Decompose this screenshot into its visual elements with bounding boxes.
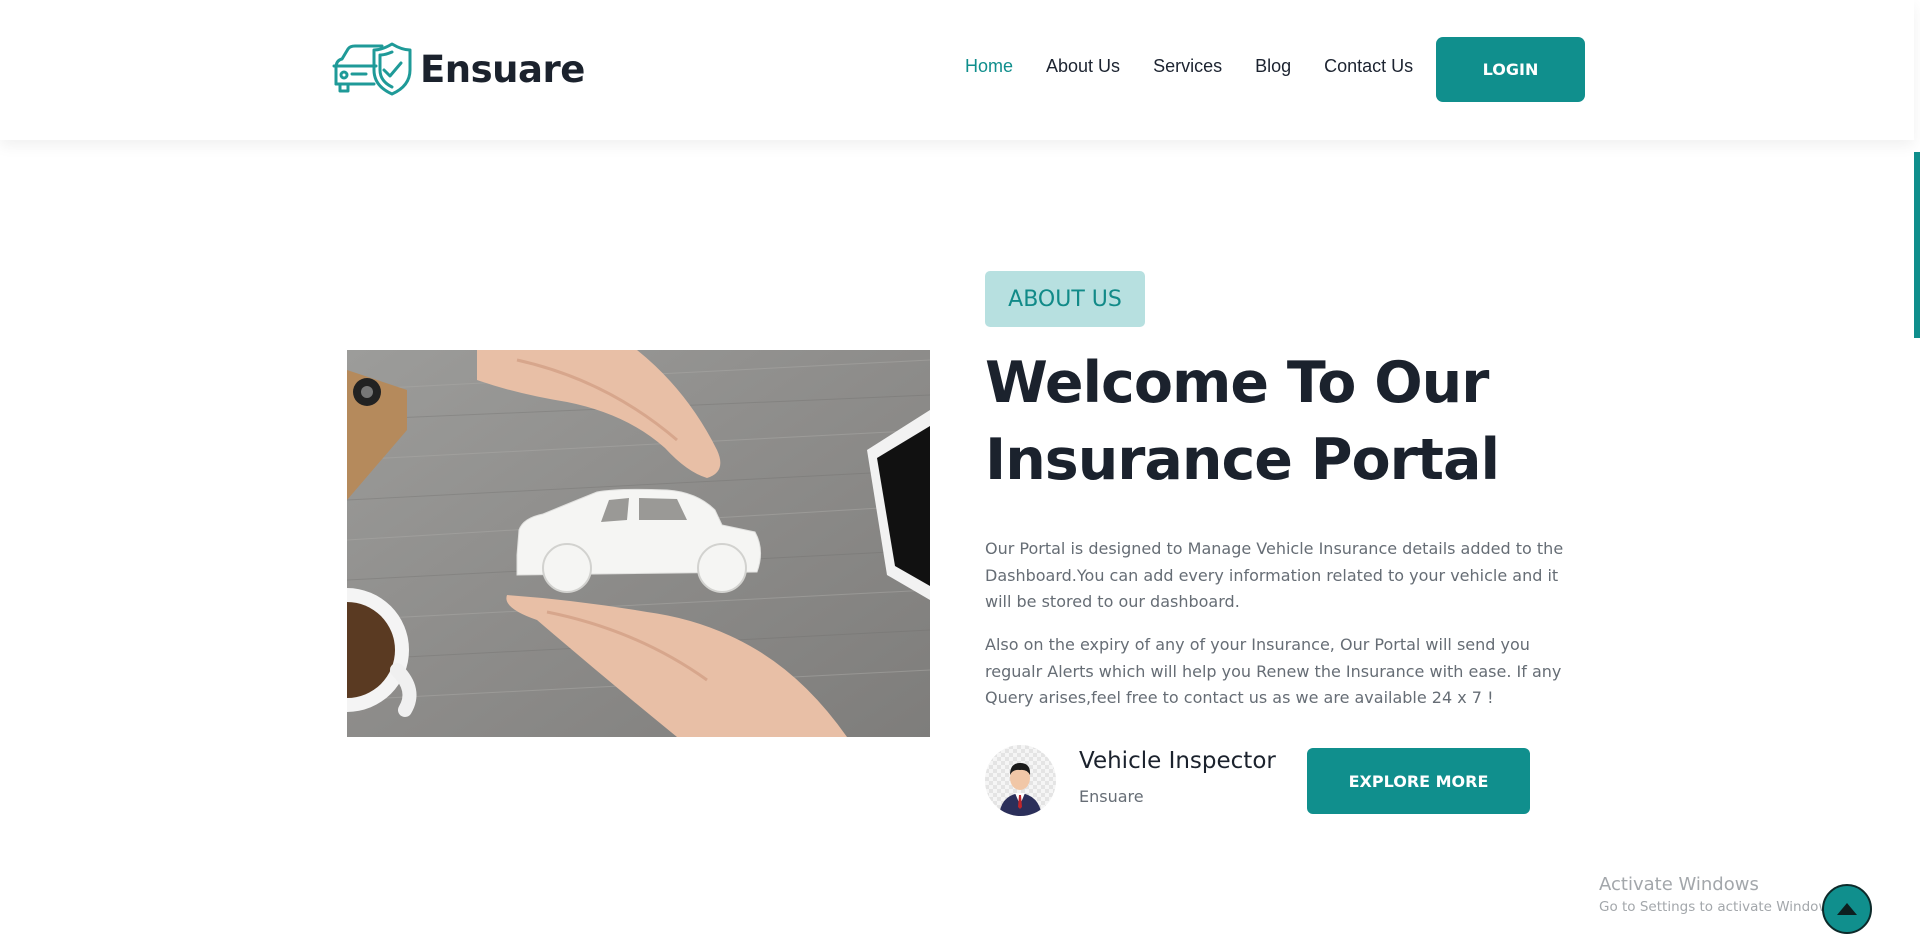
inspector-avatar-icon — [985, 745, 1056, 816]
brand-name: Ensuare — [420, 47, 585, 91]
inspector-subtitle: Ensuare — [1079, 787, 1144, 806]
avatar — [985, 745, 1056, 816]
car-shield-icon — [332, 42, 412, 96]
scrollbar-thumb[interactable] — [1914, 152, 1920, 338]
hero-image — [347, 350, 930, 737]
brand-logo[interactable]: Ensuare — [330, 40, 585, 98]
explore-more-button[interactable]: EXPLORE MORE — [1307, 748, 1530, 814]
nav-about-us[interactable]: About Us — [1046, 56, 1120, 77]
headline-line-2: Insurance Portal — [985, 427, 1500, 493]
watermark-subtitle: Go to Settings to activate Windows. — [1599, 899, 1841, 915]
about-paragraph-2: Also on the expiry of any of your Insura… — [985, 635, 1562, 707]
windows-activation-watermark: Activate Windows Go to Settings to activ… — [1599, 874, 1841, 915]
page-headline: Welcome To Our Insurance Portal — [985, 345, 1605, 499]
nav-blog[interactable]: Blog — [1255, 56, 1291, 77]
main-nav: Home About Us Services Blog Contact Us — [965, 56, 1413, 77]
site-header: Ensuare Home About Us Services Blog Cont… — [0, 0, 1914, 140]
scrollbar-track[interactable] — [1914, 0, 1920, 946]
nav-home[interactable]: Home — [965, 56, 1013, 77]
arrow-up-icon — [1837, 903, 1857, 915]
about-paragraph-1: Our Portal is designed to Manage Vehicle… — [985, 539, 1564, 611]
inspector-title: Vehicle Inspector — [1079, 748, 1276, 774]
login-button[interactable]: LOGIN — [1436, 37, 1585, 102]
watermark-title: Activate Windows — [1599, 874, 1759, 895]
nav-services[interactable]: Services — [1153, 56, 1222, 77]
back-to-top-button[interactable] — [1822, 884, 1872, 934]
about-us-badge: ABOUT US — [985, 271, 1145, 327]
nav-contact-us[interactable]: Contact Us — [1324, 56, 1413, 77]
headline-line-1: Welcome To Our — [985, 350, 1489, 416]
